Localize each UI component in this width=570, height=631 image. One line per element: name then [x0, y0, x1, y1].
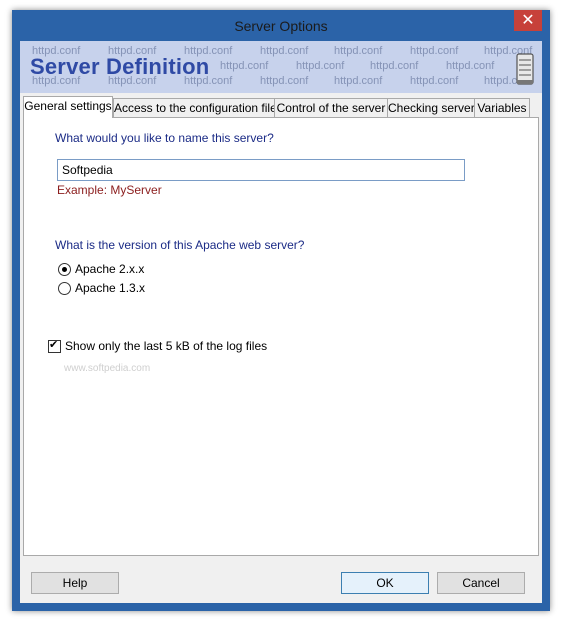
dialog-client-area: httpd.conf httpd.conf httpd.conf httpd.c… — [20, 41, 542, 603]
log-files-checkbox-row[interactable]: Show only the last 5 kB of the log files — [48, 338, 267, 354]
watermark-text: httpd.conf — [370, 60, 419, 72]
tab-checking-server[interactable]: Checking server — [387, 98, 475, 117]
watermark-text: httpd.conf — [260, 75, 309, 87]
name-question: What would you like to name this server? — [55, 131, 274, 145]
title-bar[interactable]: Server Options ✕ — [12, 10, 550, 41]
radio-label: Apache 2.x.x — [75, 262, 145, 276]
tab-label: Checking server — [388, 101, 475, 115]
radio-apache-1-3[interactable]: Apache 1.3.x — [58, 280, 145, 296]
tab-label: Access to the configuration file — [114, 101, 277, 115]
tab-label: General settings — [24, 99, 112, 113]
version-question: What is the version of this Apache web s… — [55, 238, 305, 252]
watermark-text: httpd.conf — [334, 75, 383, 87]
tab-variables[interactable]: Variables — [474, 98, 530, 117]
watermark-text: httpd.conf — [446, 60, 495, 72]
banner-title: Server Definition — [30, 54, 210, 79]
radio-apache-2[interactable]: Apache 2.x.x — [58, 261, 144, 277]
header-banner: httpd.conf httpd.conf httpd.conf httpd.c… — [20, 41, 542, 93]
tab-bar: General settings Access to the configura… — [23, 96, 539, 118]
server-icon — [516, 53, 534, 85]
watermark-text: httpd.conf — [296, 60, 345, 72]
help-button[interactable]: Help — [31, 572, 119, 594]
window-title: Server Options — [234, 18, 328, 34]
radio-unchecked-icon[interactable] — [58, 281, 71, 295]
watermark-text: httpd.conf — [260, 45, 309, 57]
close-button[interactable]: ✕ — [514, 10, 542, 31]
checkbox-checked-icon[interactable] — [48, 338, 61, 353]
tab-label: Control of the server — [276, 101, 386, 115]
tab-general-settings[interactable]: General settings — [23, 96, 113, 118]
watermark-text: httpd.conf — [334, 45, 383, 57]
tab-access-config-file[interactable]: Access to the configuration file — [113, 98, 277, 117]
server-options-window: Server Options ✕ httpd.conf httpd.conf h… — [12, 10, 550, 611]
name-example: Example: MyServer — [57, 183, 162, 197]
watermark-text: httpd.conf — [220, 60, 269, 72]
softpedia-watermark: www.softpedia.com — [64, 363, 151, 374]
general-settings-panel: What would you like to name this server?… — [23, 117, 539, 556]
ok-button[interactable]: OK — [341, 572, 429, 594]
watermark-text: httpd.conf — [410, 75, 459, 87]
radio-checked-icon[interactable] — [58, 262, 71, 276]
checkbox-label: Show only the last 5 kB of the log files — [65, 339, 268, 353]
watermark-text: httpd.conf — [410, 45, 459, 57]
close-icon: ✕ — [521, 10, 535, 29]
tab-control-server[interactable]: Control of the server — [274, 98, 388, 117]
radio-label: Apache 1.3.x — [75, 281, 146, 295]
server-name-input[interactable] — [57, 159, 465, 181]
tab-label: Variables — [477, 101, 527, 115]
cancel-button[interactable]: Cancel — [437, 572, 525, 594]
